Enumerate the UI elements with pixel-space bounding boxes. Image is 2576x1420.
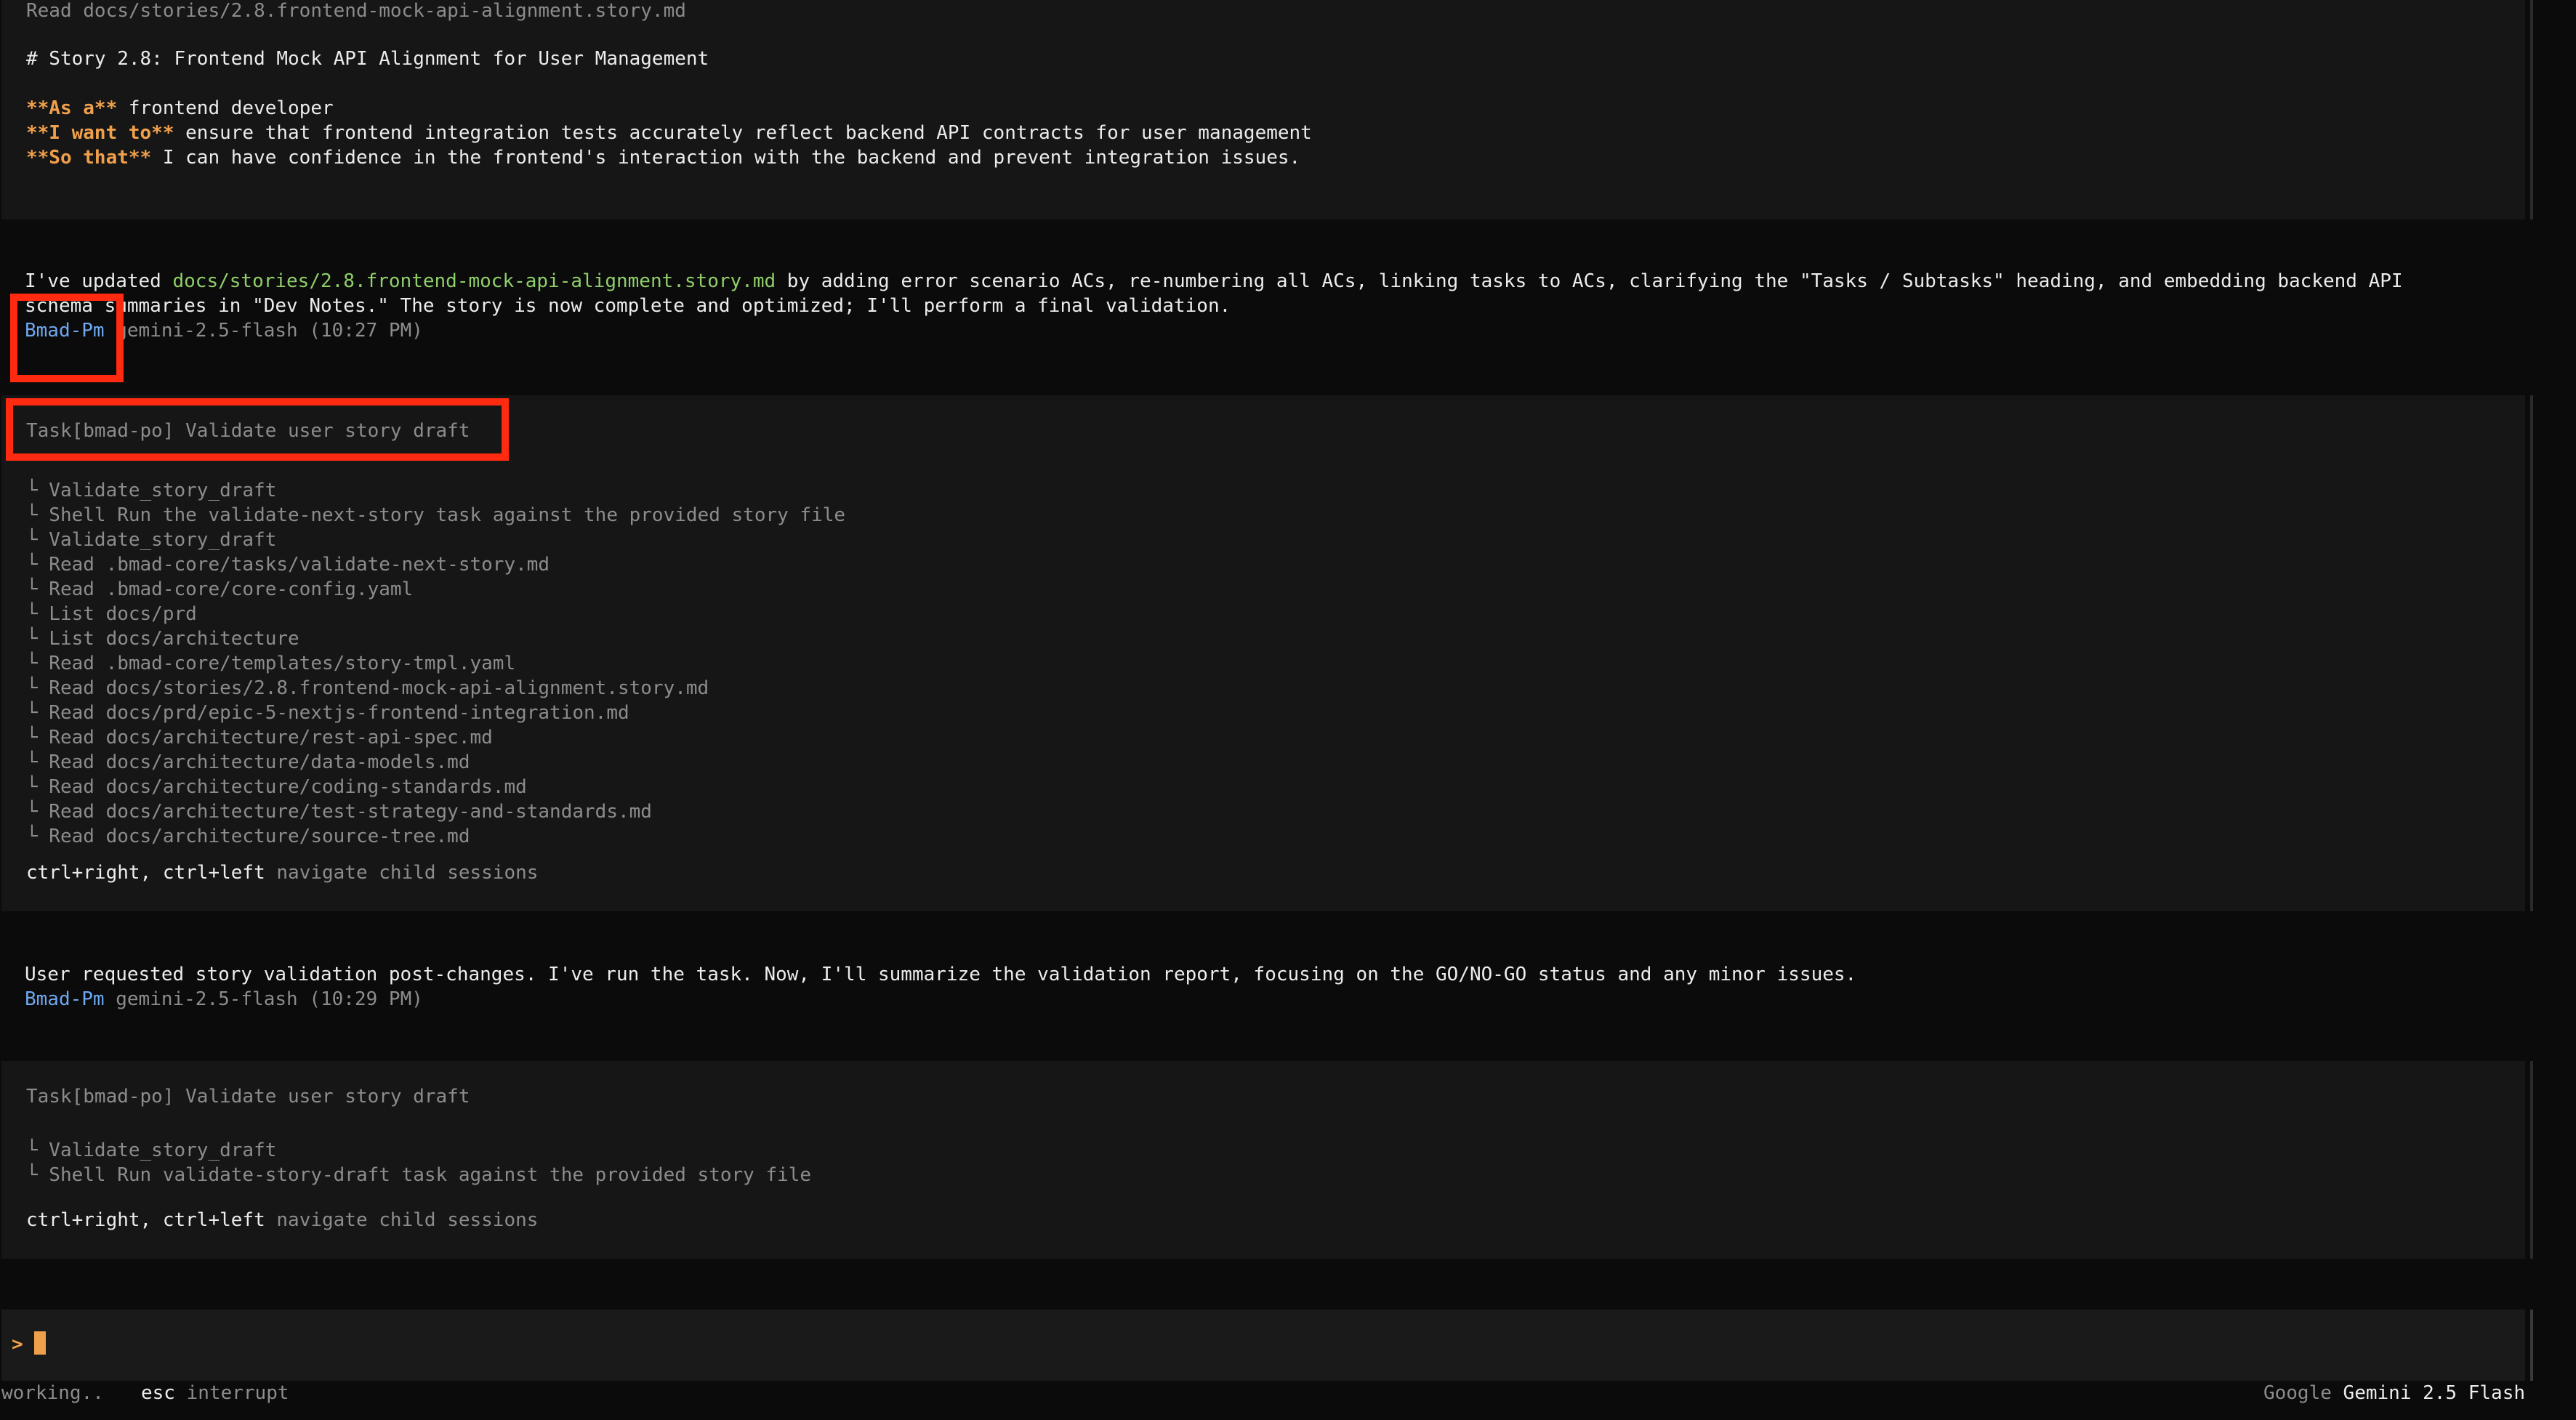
read-file-line: Read docs/stories/2.8.frontend-mock-api-… — [26, 0, 686, 22]
task-panel-1: Task[bmad-po] Validate user story draft … — [1, 395, 2525, 911]
task1-step[interactable]: └ Validate_story_draft — [26, 528, 276, 552]
prompt-input[interactable]: > — [1, 1310, 2525, 1381]
status-working: working.. — [1, 1382, 104, 1404]
esc-hint: interrupt — [174, 1382, 289, 1404]
task1-step[interactable]: └ Read docs/prd/epic-5-nextjs-frontend-i… — [26, 701, 629, 725]
task1-step[interactable]: └ Read docs/architecture/data-models.md — [26, 750, 470, 775]
prompt-arrow-icon: > — [12, 1334, 23, 1355]
model-timestamp-2: gemini-2.5-flash (10:29 PM) — [104, 988, 423, 1010]
scrollbar-2[interactable] — [2530, 395, 2533, 911]
status-interrupt: esc interrupt — [141, 1381, 289, 1405]
agent-name-2[interactable]: Bmad-Pm — [25, 988, 105, 1010]
scrollbar-3[interactable] — [2530, 1061, 2533, 1259]
model-name[interactable]: Gemini 2.5 Flash — [2343, 1382, 2525, 1404]
task1-step[interactable]: └ Read docs/architecture/rest-api-spec.m… — [26, 725, 493, 750]
status-model: Google Gemini 2.5 Flash — [2263, 1381, 2525, 1405]
story-heading: # Story 2.8: Frontend Mock API Alignment… — [26, 48, 709, 70]
navigate-hint: ctrl+right, ctrl+left navigate child ses… — [26, 860, 538, 885]
task2-step[interactable]: └ Validate_story_draft — [26, 1138, 276, 1163]
task1-step[interactable]: └ Read .bmad-core/templates/story-tmpl.y… — [26, 651, 515, 676]
prompt-line[interactable]: > — [12, 1331, 47, 1357]
assistant-message-1-line2: schema summaries in "Dev Notes." The sto… — [25, 295, 1231, 317]
task-title-2[interactable]: Task[bmad-po] Validate user story draft — [26, 1084, 470, 1109]
message2-meta: Bmad-Pm gemini-2.5-flash (10:29 PM) — [25, 987, 423, 1012]
i-want-label: **I want to** — [26, 122, 174, 144]
task-panel-2: Task[bmad-po] Validate user story draft … — [1, 1061, 2525, 1259]
assistant-message-1: I've updated docs/stories/2.8.frontend-m… — [25, 269, 2403, 294]
scrollbar-1[interactable] — [2530, 0, 2533, 219]
so-that-label: **So that** — [26, 147, 152, 169]
as-a-label: **As a** — [26, 97, 118, 119]
task1-step[interactable]: └ List docs/prd — [26, 602, 197, 626]
task1-step[interactable]: └ Shell Run the validate-next-story task… — [26, 503, 845, 528]
story-i-want: **I want to** ensure that frontend integ… — [26, 121, 1312, 145]
task1-step[interactable]: └ Read docs/stories/2.8.frontend-mock-ap… — [26, 676, 709, 701]
task1-step[interactable]: └ Read docs/architecture/source-tree.md — [26, 824, 470, 849]
task1-step[interactable]: └ Validate_story_draft — [26, 478, 276, 503]
as-a-text: frontend developer — [117, 97, 334, 119]
story-preview-panel: Read docs/stories/2.8.frontend-mock-api-… — [1, 0, 2525, 219]
nav-hint-text-2: navigate child sessions — [265, 1209, 539, 1231]
nav-keys-2: ctrl+right, ctrl+left — [26, 1209, 265, 1231]
story-so-that: **So that** I can have confidence in the… — [26, 145, 1300, 170]
model-timestamp: gemini-2.5-flash (10:27 PM) — [104, 320, 423, 342]
nav-hint-text: navigate child sessions — [265, 862, 539, 884]
i-want-text: ensure that frontend integration tests a… — [174, 122, 1312, 144]
message1-pre: I've updated — [25, 270, 173, 292]
highlight-task-title — [6, 398, 509, 461]
esc-key[interactable]: esc — [141, 1382, 175, 1404]
message1-post: by adding error scenario ACs, re-numberi… — [776, 270, 2403, 292]
nav-keys: ctrl+right, ctrl+left — [26, 862, 265, 884]
task2-step[interactable]: └ Shell Run validate-story-draft task ag… — [26, 1163, 811, 1187]
story-as-a: **As a** frontend developer — [26, 96, 334, 121]
task1-step[interactable]: └ Read .bmad-core/core-config.yaml — [26, 577, 413, 602]
highlight-agent-name — [10, 294, 124, 382]
task1-step[interactable]: └ List docs/architecture — [26, 626, 299, 651]
text-cursor — [34, 1331, 47, 1355]
so-that-text: I can have confidence in the frontend's … — [151, 147, 1301, 169]
task1-step[interactable]: └ Read docs/architecture/test-strategy-a… — [26, 799, 652, 824]
scrollbar-4[interactable] — [2530, 1310, 2533, 1381]
assistant-message-2: User requested story validation post-cha… — [25, 964, 1857, 985]
navigate-hint-2: ctrl+right, ctrl+left navigate child ses… — [26, 1208, 538, 1233]
task1-step[interactable]: └ Read docs/architecture/coding-standard… — [26, 775, 527, 799]
task1-step[interactable]: └ Read .bmad-core/tasks/validate-next-st… — [26, 552, 550, 577]
story-file-link[interactable]: docs/stories/2.8.frontend-mock-api-align… — [173, 270, 776, 292]
provider-name: Google — [2263, 1382, 2332, 1404]
